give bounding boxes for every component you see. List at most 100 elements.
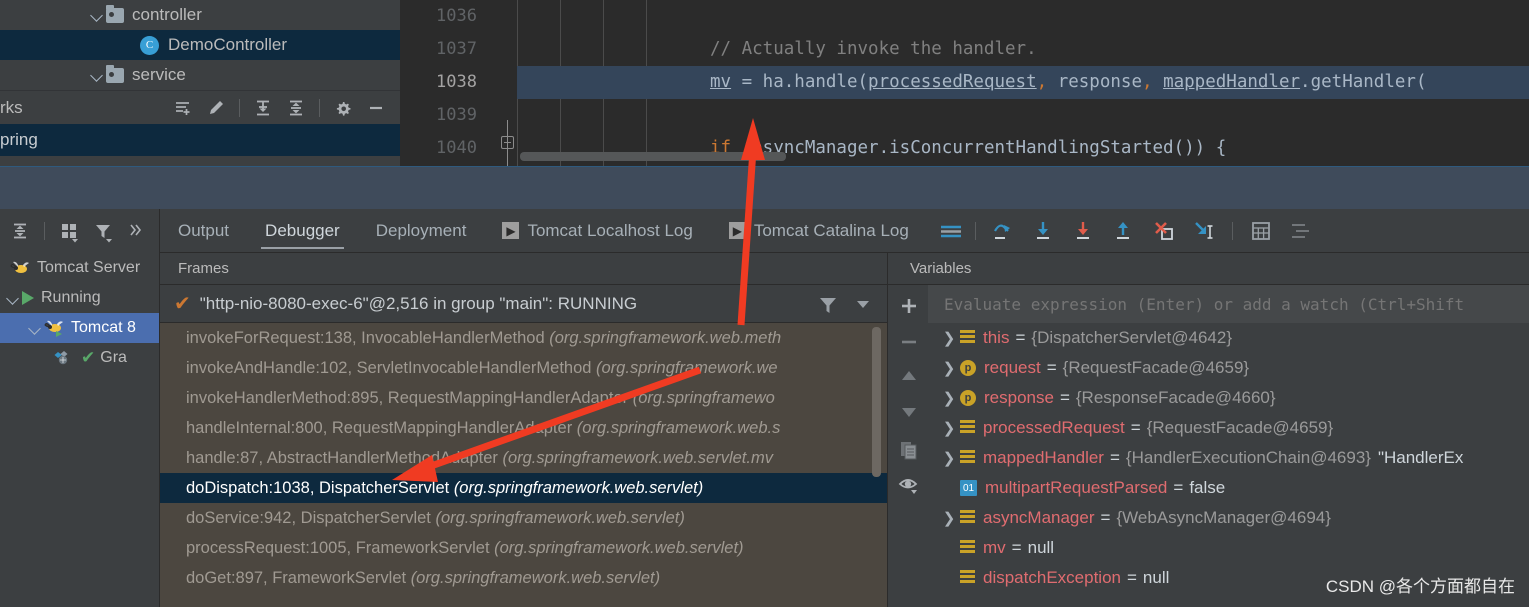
group-by-icon[interactable] (59, 221, 79, 243)
frame-package: (org.springframewo (632, 389, 775, 407)
variable-row-response[interactable]: ❯ p response = {ResponseFacade@4660} (928, 383, 1529, 413)
variable-name: this (983, 328, 1010, 347)
chevron-down-icon[interactable] (88, 66, 106, 84)
frame-method: invokeHandlerMethod:895, RequestMappingH… (186, 389, 633, 407)
tree-row-service[interactable]: service (0, 60, 400, 90)
frame-row[interactable]: doService:942, DispatcherServlet (org.sp… (160, 503, 887, 533)
frame-row[interactable]: handleInternal:800, RequestMappingHandle… (160, 413, 887, 443)
tab-tomcat-localhost-log[interactable]: ▶ Tomcat Localhost Log (484, 209, 710, 253)
move-down-icon[interactable] (898, 403, 918, 423)
code-comma: , (1036, 72, 1058, 92)
variables-list[interactable]: ❯ this = {DispatcherServlet@4642} ❯ p re… (928, 323, 1529, 607)
variable-row-processedrequest[interactable]: ❯ processedRequest = {RequestFacade@4659… (928, 413, 1529, 443)
frame-row[interactable]: handle:87, AbstractHandlerMethodAdapter … (160, 443, 887, 473)
chevron-right-icon[interactable]: ❯ (938, 509, 960, 527)
expand-all-icon[interactable] (253, 98, 273, 118)
code-arg-mappedhandler: mappedHandler (1163, 72, 1301, 92)
frame-row[interactable]: invokeForRequest:138, InvocableHandlerMe… (160, 323, 887, 353)
step-over-icon[interactable] (992, 219, 1016, 243)
services-row-tomcat8[interactable]: Tomcat 8 (0, 313, 159, 343)
frame-row[interactable]: processRequest:1005, FrameworkServlet (o… (160, 533, 887, 563)
evaluate-expression-bar[interactable] (928, 285, 1529, 323)
thread-selector-row[interactable]: ✔ "http-nio-8080-exec-6"@2,516 in group … (160, 285, 887, 323)
frames-vertical-scrollbar[interactable] (872, 327, 881, 477)
code-arg-response: response (1057, 72, 1142, 92)
drop-frame-icon[interactable] (1152, 219, 1176, 243)
chevron-right-icon[interactable]: ❯ (938, 419, 960, 437)
editor-horizontal-scrollbar[interactable] (520, 152, 786, 161)
filter-icon[interactable] (817, 294, 837, 314)
tab-tomcat-catalina-log[interactable]: ▶ Tomcat Catalina Log (711, 209, 927, 253)
edit-icon[interactable] (206, 98, 226, 118)
chevron-down-icon[interactable] (853, 294, 873, 314)
chevron-right-icon[interactable]: ❯ (938, 329, 960, 347)
chevron-down-icon[interactable] (88, 6, 106, 24)
collapse-all-icon[interactable] (10, 221, 30, 241)
variable-row-request[interactable]: ❯ p request = {RequestFacade@4659} (928, 353, 1529, 383)
collapse-all-icon[interactable] (286, 98, 306, 118)
frames-list[interactable]: invokeForRequest:138, InvocableHandlerMe… (160, 323, 887, 607)
step-into-icon[interactable] (1032, 219, 1056, 243)
fold-collapse-icon[interactable] (501, 136, 514, 149)
code-editor[interactable]: 1036 1037 1038 1039 1040 // Actually inv… (400, 0, 1529, 166)
frame-row-selected[interactable]: doDispatch:1038, DispatcherServlet (org.… (160, 473, 887, 503)
run-to-cursor-icon[interactable] (1192, 219, 1216, 243)
chevron-down-icon[interactable] (4, 289, 22, 307)
divider (239, 98, 240, 117)
editor-fold-gutter[interactable] (495, 0, 517, 166)
frame-row[interactable]: doGet:897, FrameworkServlet (org.springf… (160, 563, 887, 593)
editor-code-area[interactable]: // Actually invoke the handler. mv = ha.… (517, 0, 1529, 166)
code-comma: , (1142, 72, 1164, 92)
tab-deployment[interactable]: Deployment (358, 209, 485, 253)
variable-row-multipartrequestparsed[interactable]: ❯ 01 multipartRequestParsed = false (928, 473, 1529, 503)
variable-name: mappedHandler (983, 448, 1104, 467)
settings-list-icon[interactable] (1289, 220, 1313, 242)
evaluate-expression-icon[interactable] (1249, 220, 1273, 242)
services-row-running[interactable]: Running (0, 283, 159, 313)
copy-icon[interactable] (898, 439, 918, 460)
chevron-down-icon[interactable] (26, 319, 44, 337)
variable-value: {WebAsyncManager@4694} (1116, 508, 1331, 527)
move-up-icon[interactable] (898, 367, 918, 387)
chevron-right-icon[interactable]: ❯ (938, 449, 960, 467)
services-row-tomcat-server[interactable]: Tomcat Server (0, 253, 159, 283)
eye-icon[interactable] (898, 475, 918, 495)
variable-row-asyncmanager[interactable]: ❯ asyncManager = {WebAsyncManager@4694} (928, 503, 1529, 533)
force-step-into-icon[interactable] (1072, 219, 1096, 243)
variable-value: {DispatcherServlet@4642} (1031, 328, 1233, 347)
tab-output[interactable]: Output (160, 209, 247, 253)
equals-sign: = (1011, 538, 1022, 557)
chevron-right-icon[interactable]: ❯ (938, 389, 960, 407)
line-number: 1037 (436, 39, 477, 59)
bookmarks-toolbar-icons (173, 98, 400, 118)
settings-gear-icon[interactable] (333, 98, 353, 118)
tab-label: Deployment (375, 220, 467, 240)
tab-debugger[interactable]: Debugger (247, 209, 358, 253)
tree-row-democontroller[interactable]: C DemoController (0, 30, 400, 60)
variable-row-this[interactable]: ❯ this = {DispatcherServlet@4642} (928, 323, 1529, 353)
bookmark-item-partial[interactable] (0, 156, 400, 166)
variable-row-mappedhandler[interactable]: ❯ mappedHandler = {HandlerExecutionChain… (928, 443, 1529, 473)
variable-value: false (1189, 478, 1226, 497)
tree-row-controller[interactable]: controller (0, 0, 400, 30)
services-row-gradle-artifact[interactable]: ✔ Gra (0, 343, 159, 373)
frame-row[interactable]: invokeAndHandle:102, ServletInvocableHan… (160, 353, 887, 383)
parameter-value-icon: p (960, 360, 976, 376)
filter-icon[interactable] (93, 221, 113, 243)
step-out-icon[interactable] (1112, 219, 1136, 243)
layout-lines-icon[interactable] (939, 221, 961, 241)
chevron-right-icon[interactable]: ❯ (938, 359, 960, 377)
bookmark-item-spring[interactable]: pring (0, 124, 400, 156)
remove-watch-icon[interactable] (898, 331, 918, 351)
evaluate-expression-input[interactable] (944, 294, 1529, 314)
variable-name: asyncManager (983, 508, 1095, 527)
debug-tabs-row: Output Debugger Deployment ▶ Tomcat Loca… (160, 209, 1529, 253)
parameter-value-icon: p (960, 390, 976, 406)
run-console-icon: ▶ (728, 222, 746, 239)
variable-row-mv[interactable]: ❯ mv = null (928, 533, 1529, 563)
more-options-icon[interactable] (127, 221, 147, 241)
add-watch-icon[interactable] (898, 295, 918, 315)
add-bookmark-icon[interactable] (173, 98, 193, 118)
frame-row[interactable]: invokeHandlerMethod:895, RequestMappingH… (160, 383, 887, 413)
hide-icon[interactable] (366, 98, 386, 118)
